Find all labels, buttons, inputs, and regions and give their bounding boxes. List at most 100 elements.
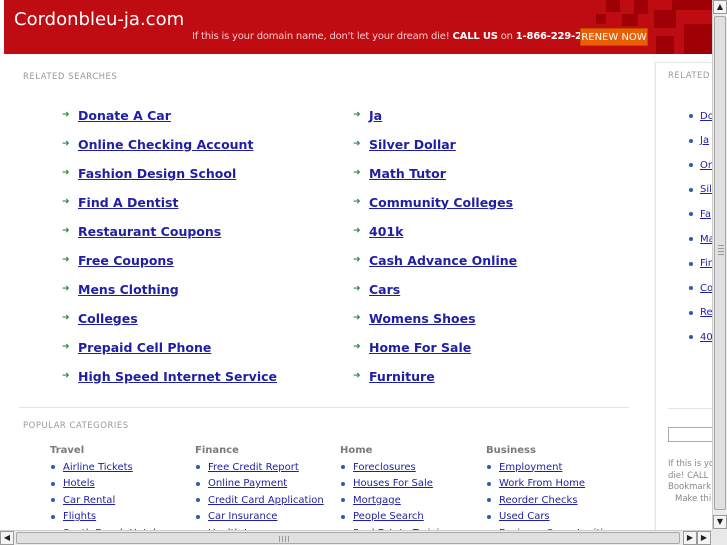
related-search-link[interactable]: High Speed Internet Service — [78, 369, 277, 384]
sidebar-title: RELATED — [668, 71, 710, 81]
bullet-icon — [196, 514, 200, 519]
related-search-link[interactable]: Prepaid Cell Phone — [78, 340, 211, 355]
category-item: Used Cars — [487, 510, 550, 524]
bullet-icon — [487, 465, 491, 469]
arrow-right-icon: ➜ — [62, 254, 70, 265]
related-search-link[interactable]: Math Tutor — [369, 166, 446, 181]
renew-now-button[interactable]: RENEW NOW — [580, 28, 648, 46]
related-search-item: ➜ Cars — [353, 279, 400, 299]
sidebar-link[interactable]: Re — [700, 307, 713, 318]
vertical-scrollbar[interactable]: ▲ ▼ — [712, 0, 727, 530]
sidebar-link[interactable]: Sil — [700, 184, 712, 195]
bullet-icon — [689, 163, 693, 168]
category-link[interactable]: Reorder Checks — [499, 495, 577, 506]
category-heading: Finance — [195, 445, 239, 456]
sidebar-link[interactable]: Ja — [700, 135, 709, 146]
category-link[interactable]: Credit Card Application — [208, 495, 324, 506]
related-search-link[interactable]: Fashion Design School — [78, 166, 236, 181]
related-search-item: ➜ Community Colleges — [353, 192, 513, 212]
arrow-right-icon: ➜ — [353, 196, 361, 207]
category-item: Hotels — [51, 477, 95, 491]
bullet-icon — [51, 514, 55, 519]
related-search-item: ➜ Mens Clothing — [62, 279, 179, 299]
category-link[interactable]: Work From Home — [499, 478, 585, 489]
category-item: Flights — [51, 510, 96, 524]
related-searches-title: RELATED SEARCHES — [23, 72, 118, 82]
sidebar-item: Co — [689, 281, 713, 295]
scroll-right-icon[interactable]: ▶ — [683, 531, 697, 545]
scroll-left-icon[interactable]: ◀ — [0, 531, 14, 545]
horizontal-scrollbar[interactable]: ◀ ▶ ▶ — [0, 530, 712, 545]
related-search-item: ➜ Cash Advance Online — [353, 250, 517, 270]
related-search-link[interactable]: Online Checking Account — [78, 137, 253, 152]
related-search-link[interactable]: Donate A Car — [78, 108, 171, 123]
related-search-item: ➜ Ja — [353, 105, 382, 125]
category-item: Foreclosures — [341, 460, 416, 474]
arrow-right-icon: ➜ — [62, 312, 70, 323]
sidebar-link[interactable]: Fa — [700, 209, 711, 220]
arrow-right-icon: ➜ — [62, 196, 70, 207]
category-link[interactable]: Airline Tickets — [63, 462, 133, 473]
sidebar-text-2: die! CALL — [668, 471, 709, 481]
related-search-link[interactable]: Free Coupons — [78, 253, 174, 268]
category-link[interactable]: Online Payment — [208, 478, 287, 489]
scrollbar-corner — [712, 530, 727, 545]
category-heading: Travel — [50, 445, 85, 456]
related-search-link[interactable]: Home For Sale — [369, 340, 471, 355]
related-search-link[interactable]: Silver Dollar — [369, 137, 456, 152]
related-search-link[interactable]: Restaurant Coupons — [78, 224, 221, 239]
category-link[interactable]: Used Cars — [499, 511, 550, 522]
category-link[interactable]: Employment — [499, 462, 562, 473]
bullet-icon — [689, 212, 693, 217]
arrow-right-icon: ➜ — [353, 341, 361, 352]
related-search-item: ➜ Colleges — [62, 308, 138, 328]
category-link[interactable]: Mortgage — [353, 495, 401, 506]
category-item: Online Payment — [196, 477, 287, 491]
related-search-link[interactable]: Cash Advance Online — [369, 253, 517, 268]
category-link[interactable]: Car Rental — [63, 495, 115, 506]
category-heading: Home — [340, 445, 373, 456]
related-search-link[interactable]: Community Colleges — [369, 195, 513, 210]
related-search-link[interactable]: Ja — [369, 108, 382, 123]
scroll-up-icon[interactable]: ▲ — [713, 0, 727, 14]
sidebar-link[interactable]: 40 — [700, 332, 713, 343]
category-link[interactable]: Hotels — [63, 478, 95, 489]
related-search-link[interactable]: Womens Shoes — [369, 311, 476, 326]
related-search-link[interactable]: Find A Dentist — [78, 195, 178, 210]
horizontal-scroll-thumb[interactable] — [16, 532, 680, 544]
bullet-icon — [689, 310, 693, 315]
sidebar-item: Re — [689, 306, 713, 320]
bullet-icon — [341, 498, 345, 502]
bullet-icon — [689, 114, 693, 118]
scroll-right-end-icon[interactable]: ▶ — [697, 531, 711, 545]
sidebar-item: Fa — [689, 207, 711, 221]
scroll-down-icon[interactable]: ▼ — [713, 515, 727, 529]
category-link[interactable]: Car Insurance — [208, 511, 277, 522]
sidebar-item: Fin — [689, 257, 713, 271]
related-search-link[interactable]: Colleges — [78, 311, 138, 326]
related-search-link[interactable]: Cars — [369, 282, 400, 297]
category-link[interactable]: Free Credit Report — [208, 462, 299, 473]
sidebar-item: On — [689, 158, 713, 172]
related-search-link[interactable]: Furniture — [369, 369, 435, 384]
right-sidebar: RELATED Do Ja On Sil Fa Ma Fin Co Re 40 If this i… — [655, 62, 713, 531]
arrow-right-icon: ➜ — [62, 283, 70, 294]
arrow-right-icon: ➜ — [353, 370, 361, 381]
bullet-icon — [341, 481, 345, 486]
related-search-link[interactable]: Mens Clothing — [78, 282, 179, 297]
vertical-scroll-thumb[interactable] — [714, 16, 726, 510]
category-link[interactable]: Flights — [63, 511, 96, 522]
category-link[interactable]: Foreclosures — [353, 462, 416, 473]
related-search-item: ➜ 401k — [353, 221, 403, 241]
sidebar-search-input[interactable] — [668, 427, 713, 442]
related-search-item: ➜ Womens Shoes — [353, 308, 476, 328]
category-item: Work From Home — [487, 477, 585, 491]
category-heading: Business — [486, 445, 536, 456]
popular-categories-title: POPULAR CATEGORIES — [23, 421, 129, 431]
category-link[interactable]: Houses For Sale — [353, 478, 433, 489]
category-item: Car Insurance — [196, 510, 277, 524]
related-search-link[interactable]: 401k — [369, 224, 403, 239]
category-link[interactable]: People Search — [353, 511, 424, 522]
related-search-item: ➜ Furniture — [353, 366, 435, 386]
related-search-item: ➜ Prepaid Cell Phone — [62, 337, 211, 357]
